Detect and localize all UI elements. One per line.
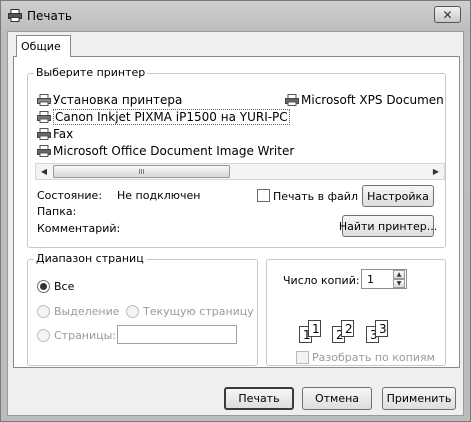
grip-icon: III (138, 167, 145, 176)
printer-icon (285, 93, 299, 106)
range-current-page-radio[interactable] (126, 305, 139, 318)
printer-item-label: Microsoft Office Document Image Writer (53, 143, 295, 158)
cancel-button[interactable]: Отмена (302, 387, 372, 410)
range-current-page-label: Текущую страницу (143, 305, 254, 318)
print-to-file-label: Печать в файл (273, 190, 358, 203)
printer-item-office-writer[interactable]: Microsoft Office Document Image Writer (37, 143, 294, 158)
collate-label: Разобрать по копиям (312, 351, 435, 364)
copies-value[interactable]: 1 (367, 273, 374, 286)
find-printer-button[interactable]: Найти принтер... (338, 215, 438, 237)
scroll-left-icon[interactable]: ◀ (36, 164, 52, 179)
printer-icon (37, 144, 51, 157)
collate-page: 3 (375, 320, 388, 337)
close-button[interactable]: ✕ (434, 6, 461, 23)
printer-item-canon[interactable]: Canon Inkjet PIXMA iP1500 на YURI-PC (37, 108, 290, 125)
printer-list[interactable]: Установка принтера Microsoft XPS Documen (37, 92, 444, 162)
printer-item-label: Установка принтера (53, 92, 183, 107)
range-pages-radio[interactable] (37, 329, 50, 342)
select-printer-legend: Выберите принтер (34, 66, 148, 79)
print-dialog-window: Печать ✕ Общие Выберите принтер Установк… (0, 0, 471, 422)
print-to-file-checkbox[interactable] (257, 189, 270, 202)
printer-icon (37, 110, 51, 123)
close-icon: ✕ (442, 7, 453, 22)
spin-up-icon[interactable]: ▲ (393, 270, 405, 279)
collate-checkbox[interactable] (296, 351, 309, 364)
printer-item-label: Fax (53, 126, 74, 141)
range-pages-label: Страницы: (54, 329, 117, 342)
add-printer-icon (37, 93, 51, 106)
status-label: Состояние: (37, 189, 103, 202)
title-bar[interactable]: Печать ✕ (1, 1, 470, 31)
folder-label: Папка: (37, 205, 77, 218)
find-printer-button-label: Найти принтер... (338, 219, 438, 233)
copies-group: Число копий: 1 ▲ ▼ 1 1 2 2 3 3 Разобрать… (266, 259, 446, 366)
fax-icon (37, 127, 51, 140)
range-selection-label: Выделение (54, 305, 120, 318)
printer-item-xps[interactable]: Microsoft XPS Documen (285, 92, 444, 107)
printer-item-label: Canon Inkjet PIXMA iP1500 на YURI-PC (53, 108, 290, 125)
printer-icon (8, 9, 22, 22)
apply-button[interactable]: Применить (382, 387, 456, 410)
copies-label: Число копий: (283, 274, 360, 287)
range-selection-radio[interactable] (37, 305, 50, 318)
collate-page: 2 (341, 320, 354, 337)
cancel-button-label: Отмена (314, 392, 360, 405)
printer-item-fax[interactable]: Fax (37, 126, 73, 141)
pages-input[interactable] (117, 325, 237, 344)
comment-label: Комментарий: (37, 222, 121, 235)
printer-list-scrollbar[interactable]: ◀ III ▶ (35, 163, 445, 180)
window-title: Печать (27, 9, 72, 23)
tab-general-label: Общие (21, 40, 61, 53)
settings-button[interactable]: Настройка (362, 185, 434, 207)
print-button[interactable]: Печать (224, 387, 294, 410)
general-tab-panel: Выберите принтер Установка принтера Micr… (13, 56, 460, 368)
collate-page: 1 (308, 320, 321, 337)
scrollbar-thumb[interactable]: III (53, 165, 230, 178)
tab-general[interactable]: Общие (16, 35, 71, 57)
scroll-right-icon[interactable]: ▶ (428, 164, 444, 179)
copies-spinner[interactable]: 1 ▲ ▼ (361, 269, 407, 289)
range-all-label: Все (54, 280, 75, 293)
printer-item-label: Microsoft XPS Documen (301, 92, 444, 107)
select-printer-group: Выберите принтер Установка принтера Micr… (27, 66, 446, 248)
settings-button-label: Настройка (367, 189, 429, 203)
status-value: Не подключен (117, 189, 201, 202)
print-button-label: Печать (238, 392, 280, 405)
range-all-radio[interactable] (37, 280, 50, 293)
printer-item-add-printer[interactable]: Установка принтера (37, 92, 182, 107)
spin-down-icon[interactable]: ▼ (393, 279, 405, 288)
dialog-client-area: Общие Выберите принтер Установка принтер… (7, 31, 464, 416)
page-range-group: Диапазон страниц Все Выделение Текущую с… (27, 252, 258, 366)
apply-button-label: Применить (386, 392, 452, 405)
page-range-legend: Диапазон страниц (34, 252, 146, 265)
